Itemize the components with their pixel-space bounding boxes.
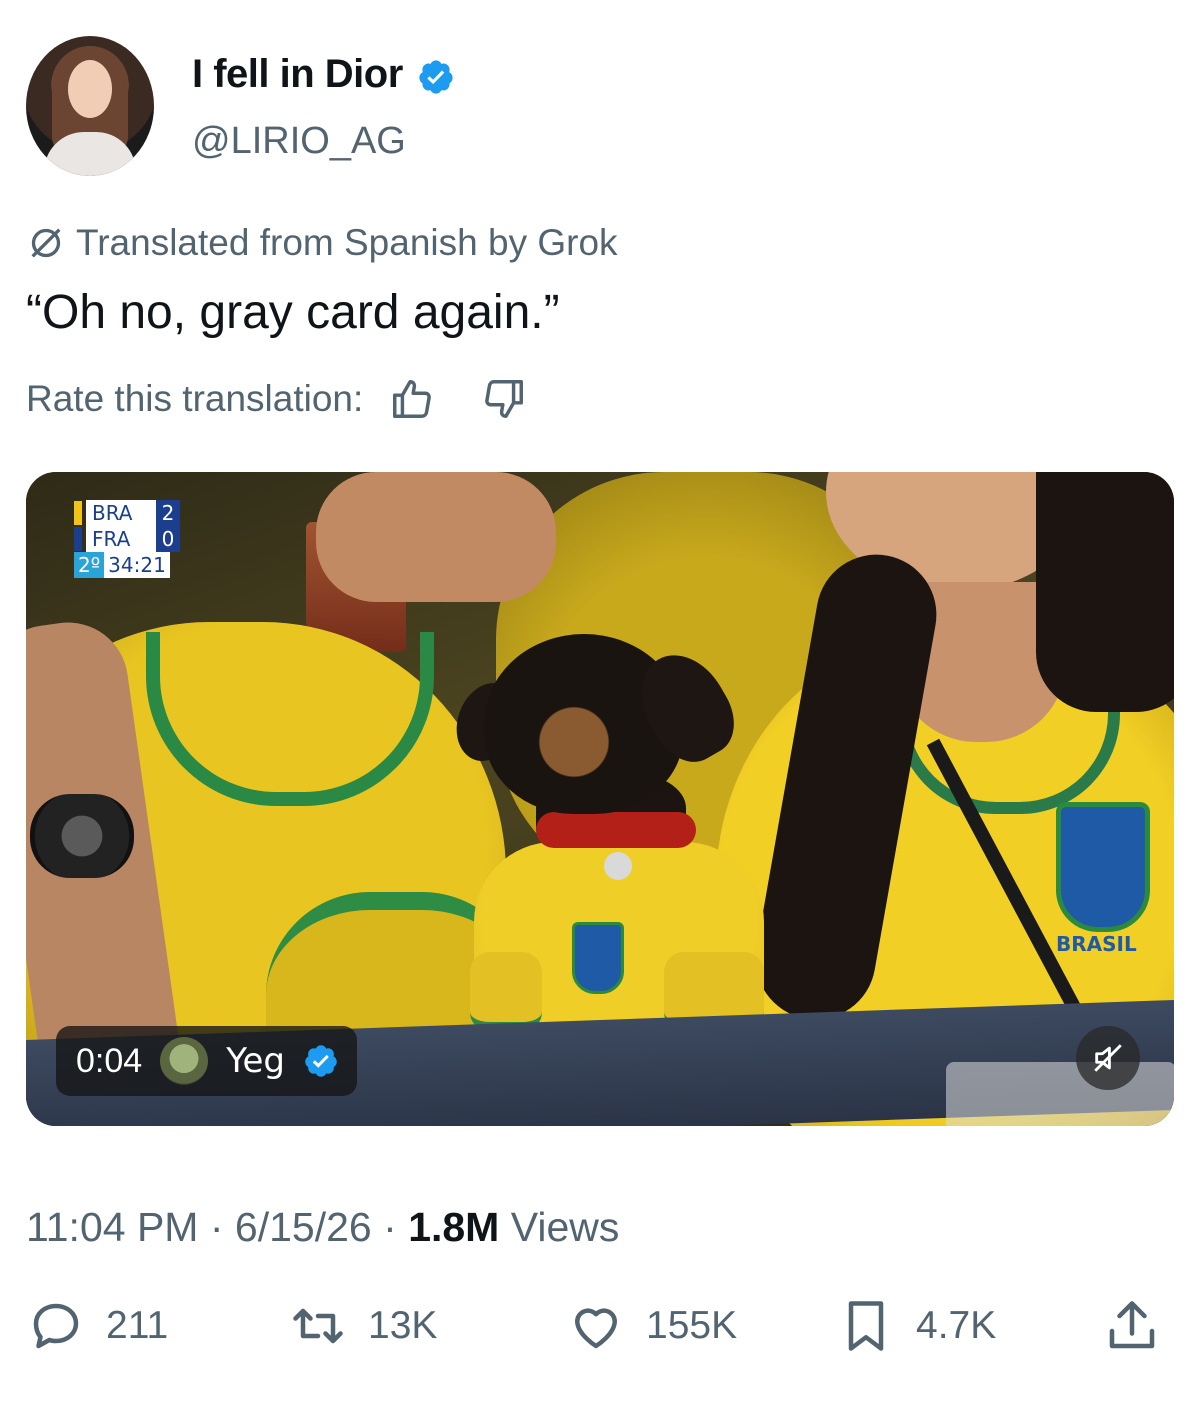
- team-flag: [74, 527, 82, 551]
- repost-icon: [293, 1308, 343, 1344]
- translation-notice-text[interactable]: Translated from Spanish by Grok: [76, 222, 618, 264]
- video-arm: [316, 472, 556, 602]
- tweet-time[interactable]: 11:04 PM: [26, 1204, 198, 1250]
- rate-translation: Rate this translation:: [26, 376, 527, 422]
- meta-separator: ·: [209, 1204, 224, 1250]
- mute-button[interactable]: [1076, 1026, 1140, 1090]
- meta-separator: ·: [383, 1204, 397, 1250]
- share-button[interactable]: [1102, 1294, 1162, 1358]
- mute-icon: [1094, 1044, 1122, 1072]
- repost-button[interactable]: 13K: [288, 1294, 437, 1358]
- scoreboard-clock-row: 2º 34:21: [74, 552, 180, 578]
- dog-crest-icon: [572, 922, 624, 994]
- scoreboard-row-home: BRA 2: [74, 500, 180, 526]
- translation-notice: Translated from Spanish by Grok: [26, 222, 618, 264]
- translate-icon: [31, 228, 61, 258]
- user-handle[interactable]: @LIRIO_AG: [192, 120, 406, 163]
- video-timestamp: 0:04: [76, 1041, 143, 1080]
- like-button[interactable]: 155K: [566, 1294, 737, 1358]
- avatar-face: [68, 60, 112, 118]
- scoreboard-row-away: FRA 0: [74, 526, 180, 552]
- jersey-text: BRASIL: [1056, 932, 1137, 956]
- video-username[interactable]: Yeg: [226, 1041, 285, 1081]
- verified-badge-icon[interactable]: [417, 58, 455, 96]
- team-name: BRA: [86, 500, 156, 526]
- scoreboard: BRA 2 FRA 0 2º 34:21: [74, 500, 180, 578]
- team-score: 0: [156, 526, 180, 552]
- video-watch: [30, 794, 134, 878]
- heart-icon: [575, 1308, 617, 1349]
- views-count: 1.8M: [408, 1204, 500, 1250]
- tweet-date[interactable]: 6/15/26: [235, 1204, 372, 1250]
- plastic-cup: [946, 1062, 1174, 1126]
- views-label: Views: [510, 1204, 620, 1250]
- verified-badge-icon: [305, 1045, 337, 1077]
- user-avatar[interactable]: [26, 36, 154, 176]
- dog-sleeve-left: [470, 952, 542, 1032]
- team-name: FRA: [86, 526, 156, 552]
- jersey-crest-icon: [1056, 802, 1150, 932]
- tweet-meta: 11:04 PM · 6/15/26 · 1.8M Views: [26, 1204, 619, 1251]
- bookmark-icon: [848, 1301, 884, 1351]
- team-score: 2: [156, 500, 180, 526]
- thumbs-up-icon[interactable]: [389, 376, 435, 422]
- reply-button[interactable]: 211: [26, 1294, 168, 1358]
- video-fan-right-hair-back: [1036, 472, 1174, 712]
- like-count: 155K: [646, 1304, 738, 1347]
- video-player[interactable]: BRASIL BRA 2 FRA 0 2º 34:21 0:04 Yeg: [26, 472, 1174, 1126]
- video-user-avatar[interactable]: [160, 1037, 209, 1085]
- tweet-text: “Oh no, gray card again.”: [26, 286, 560, 339]
- tweet-header: I fell in Dior @LIRIO_AG: [26, 36, 1176, 178]
- dog-collar: [536, 812, 696, 848]
- bookmark-count: 4.7K: [916, 1304, 997, 1347]
- dog-tag: [604, 852, 632, 880]
- display-name[interactable]: I fell in Dior: [192, 52, 403, 97]
- team-flag: [74, 501, 82, 525]
- share-icon: [1109, 1301, 1155, 1349]
- rate-translation-label: Rate this translation:: [26, 378, 364, 419]
- action-bar: 211 13K 155K 4.7K: [26, 1294, 1174, 1358]
- video-info-pill: 0:04 Yeg: [56, 1026, 357, 1096]
- bookmark-button[interactable]: 4.7K: [836, 1294, 996, 1358]
- match-clock: 34:21: [104, 552, 170, 578]
- match-period: 2º: [74, 552, 105, 578]
- thumbs-down-icon[interactable]: [481, 376, 527, 422]
- reply-count: 211: [106, 1304, 169, 1347]
- repost-count: 13K: [368, 1304, 438, 1347]
- reply-icon: [33, 1303, 79, 1349]
